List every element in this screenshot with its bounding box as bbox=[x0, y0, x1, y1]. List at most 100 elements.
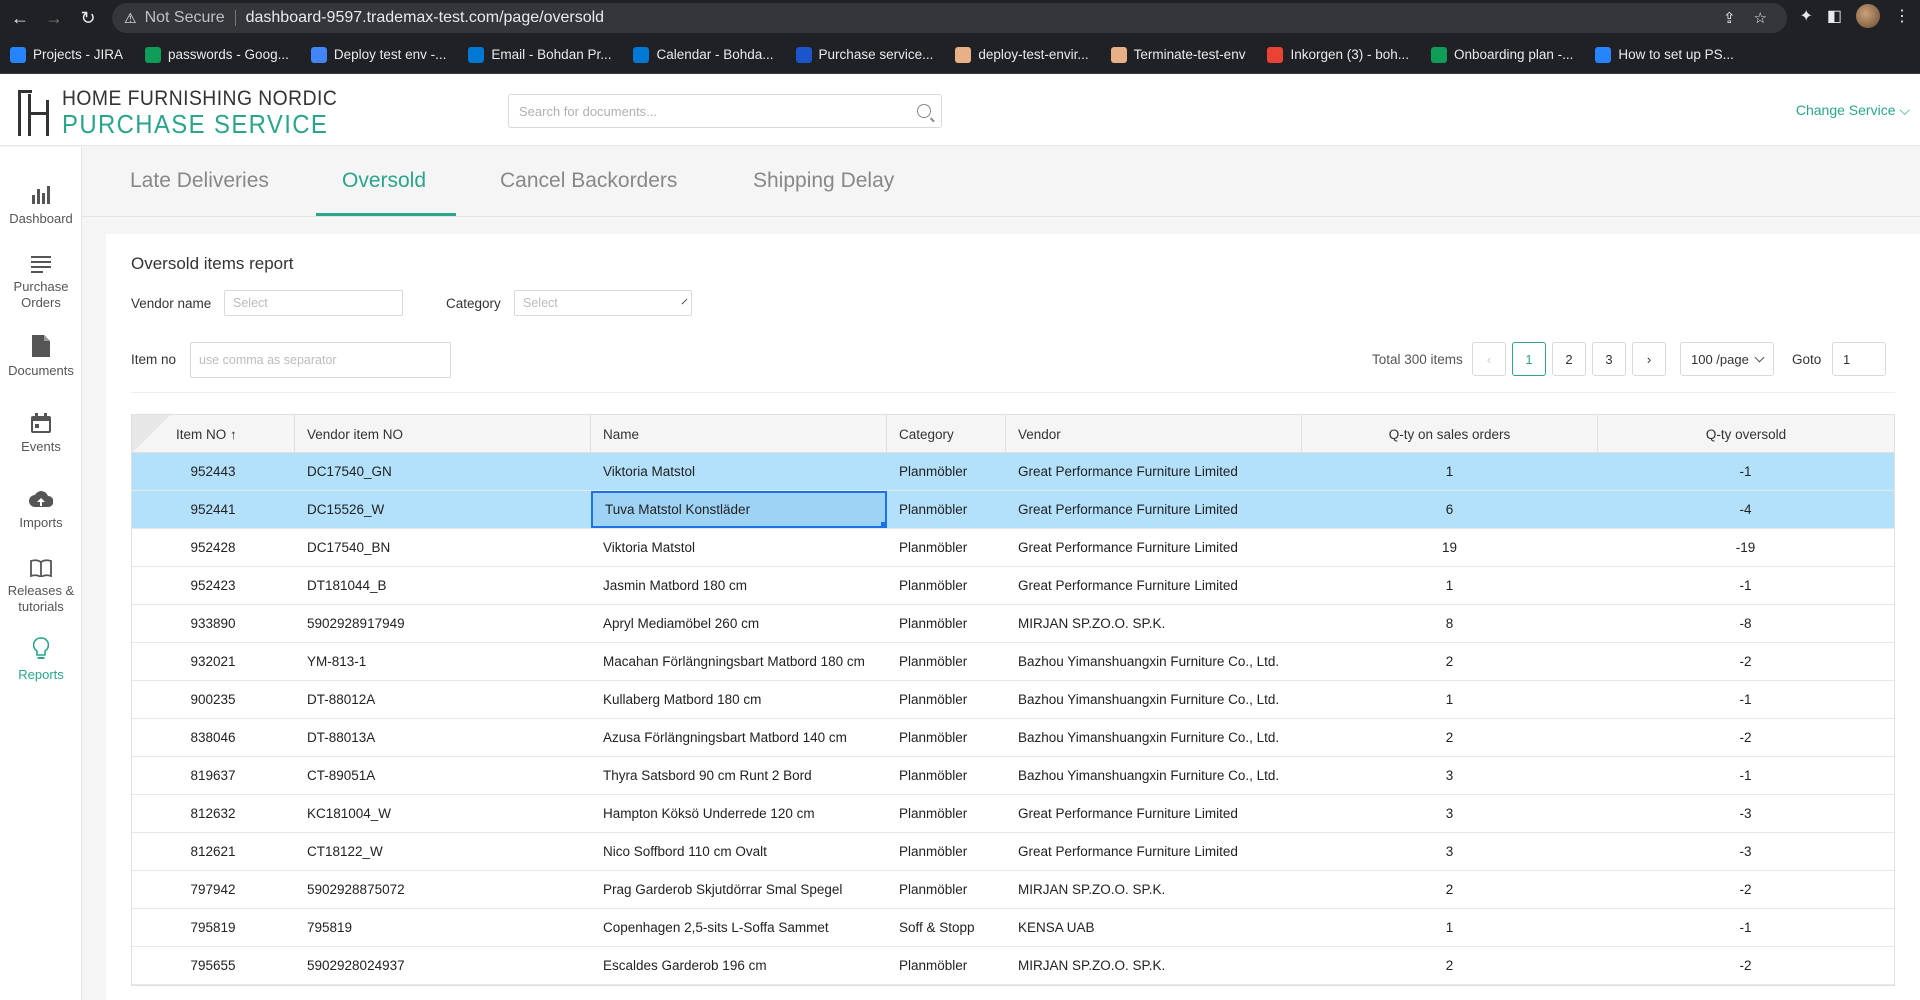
table-row[interactable]: 952441 DC15526_W Tuva Matstol Konstläder Pl… bbox=[132, 491, 1894, 529]
cell-category[interactable]: Planmöbler bbox=[887, 719, 1006, 756]
cell-name[interactable]: Apryl Mediamöbel 260 cm bbox=[591, 605, 887, 642]
item-no-input[interactable] bbox=[199, 353, 442, 367]
cell-qty-oversold[interactable]: -2 bbox=[1598, 643, 1894, 680]
cell-vendor[interactable]: Great Performance Furniture Limited bbox=[1006, 795, 1302, 832]
search-input[interactable] bbox=[519, 103, 917, 119]
cell-item-no[interactable]: 795655 bbox=[132, 947, 295, 984]
cell-name[interactable]: Kullaberg Matbord 180 cm bbox=[591, 681, 887, 718]
cell-category[interactable]: Planmöbler bbox=[887, 833, 1006, 870]
category-select-input[interactable] bbox=[523, 296, 684, 310]
cell-qty-oversold[interactable]: -2 bbox=[1598, 947, 1894, 984]
cell-name[interactable]: Thyra Satsbord 90 cm Runt 2 Bord bbox=[591, 757, 887, 794]
cell-category[interactable]: Planmöbler bbox=[887, 491, 1006, 528]
item-no-field[interactable] bbox=[190, 342, 451, 378]
table-row[interactable]: 795819 795819 Copenhagen 2,5-sits L-Soffa … bbox=[132, 909, 1894, 947]
bookmark-item[interactable]: Deploy test env -... bbox=[310, 46, 446, 63]
goto-input[interactable]: 1 bbox=[1832, 342, 1886, 376]
table-row[interactable]: 838046 DT-88013A Azusa Förlängningsbart Ma… bbox=[132, 719, 1894, 757]
bookmark-item[interactable]: How to set up PS... bbox=[1595, 46, 1734, 63]
cell-vendor[interactable]: MIRJAN SP.ZO.O. SP.K. bbox=[1006, 947, 1302, 984]
cell-category[interactable]: Planmöbler bbox=[887, 871, 1006, 908]
page-3-button[interactable]: 3 bbox=[1592, 342, 1626, 376]
cell-vendor[interactable]: Bazhou Yimanshuangxin Furniture Co., Ltd… bbox=[1006, 719, 1302, 756]
page-1-button[interactable]: 1 bbox=[1512, 342, 1546, 376]
col-name[interactable]: Name bbox=[591, 415, 887, 453]
reload-icon[interactable]: ↻ bbox=[74, 4, 102, 32]
vendor-select-input[interactable] bbox=[233, 296, 394, 310]
cell-qty-sales-orders[interactable]: 2 bbox=[1302, 871, 1598, 908]
col-vendor-item-no[interactable]: Vendor item NO bbox=[295, 415, 591, 453]
cell-name[interactable]: Escaldes Garderob 196 cm bbox=[591, 947, 887, 984]
cell-category[interactable]: Soff & Stopp bbox=[887, 909, 1006, 946]
tab-oversold[interactable]: Oversold bbox=[342, 169, 426, 193]
cell-qty-sales-orders[interactable]: 3 bbox=[1302, 833, 1598, 870]
cell-vendor[interactable]: Great Performance Furniture Limited bbox=[1006, 567, 1302, 604]
share-icon[interactable]: ⇪ bbox=[1723, 9, 1736, 27]
cell-qty-sales-orders[interactable]: 2 bbox=[1302, 719, 1598, 756]
cell-qty-oversold[interactable]: -2 bbox=[1598, 871, 1894, 908]
sidebar-item-imports[interactable]: Imports bbox=[0, 483, 82, 531]
cell-name[interactable]: Copenhagen 2,5-sits L-Soffa Sammet bbox=[591, 909, 887, 946]
cell-vendor-item-no[interactable]: CT-89051A bbox=[295, 757, 591, 794]
cell-name[interactable]: Jasmin Matbord 180 cm bbox=[591, 567, 887, 604]
sidebar-item-dashboard[interactable]: Dashboard bbox=[0, 179, 82, 227]
sidebar-item-reports[interactable]: Reports bbox=[0, 635, 82, 683]
table-row[interactable]: 933890 5902928917949 Apryl Mediamöbel 260 … bbox=[132, 605, 1894, 643]
table-row[interactable]: 952423 DT181044_B Jasmin Matbord 180 cm Pla… bbox=[132, 567, 1894, 605]
cell-qty-oversold[interactable]: -1 bbox=[1598, 909, 1894, 946]
cell-name[interactable]: Macahan Förlängningsbart Matbord 180 cm bbox=[591, 643, 887, 680]
cell-item-no[interactable]: 812621 bbox=[132, 833, 295, 870]
bookmark-item[interactable]: Inkorgen (3) - boh... bbox=[1267, 46, 1409, 63]
cell-qty-sales-orders[interactable]: 19 bbox=[1302, 529, 1598, 566]
bookmark-item[interactable]: Purchase service... bbox=[795, 46, 933, 63]
address-bar[interactable]: ⚠ Not Secure dashboard-9597.trademax-tes… bbox=[112, 3, 1787, 33]
cell-qty-sales-orders[interactable]: 8 bbox=[1302, 605, 1598, 642]
page-size-select[interactable]: 100 /page bbox=[1680, 342, 1774, 376]
back-arrow-icon[interactable]: ← bbox=[6, 4, 34, 32]
table-row[interactable]: 797942 5902928875072 Prag Garderob Skjutdö… bbox=[132, 871, 1894, 909]
col-qty-sales-orders[interactable]: Q-ty on sales orders bbox=[1302, 415, 1598, 453]
cell-vendor[interactable]: Bazhou Yimanshuangxin Furniture Co., Ltd… bbox=[1006, 643, 1302, 680]
change-service-button[interactable]: Change Service ⌵ bbox=[1796, 102, 1910, 119]
cell-qty-oversold[interactable]: -3 bbox=[1598, 833, 1894, 870]
cell-category[interactable]: Planmöbler bbox=[887, 529, 1006, 566]
star-icon[interactable]: ☆ bbox=[1754, 9, 1767, 27]
cell-item-no[interactable]: 797942 bbox=[132, 871, 295, 908]
logo[interactable]: HOME FURNISHING NORDIC PURCHASE SERVICE bbox=[16, 88, 361, 137]
cell-vendor[interactable]: Bazhou Yimanshuangxin Furniture Co., Ltd… bbox=[1006, 681, 1302, 718]
cell-qty-sales-orders[interactable]: 2 bbox=[1302, 947, 1598, 984]
cell-vendor-item-no[interactable]: DC17540_BN bbox=[295, 529, 591, 566]
table-row[interactable]: 812632 KC181004_W Hampton Köksö Underrede … bbox=[132, 795, 1894, 833]
search-icon[interactable] bbox=[917, 104, 931, 118]
cell-qty-oversold[interactable]: -8 bbox=[1598, 605, 1894, 642]
cell-qty-sales-orders[interactable]: 1 bbox=[1302, 681, 1598, 718]
cell-vendor-item-no[interactable]: DT-88012A bbox=[295, 681, 591, 718]
cell-vendor[interactable]: Great Performance Furniture Limited bbox=[1006, 529, 1302, 566]
cell-qty-sales-orders[interactable]: 3 bbox=[1302, 757, 1598, 794]
cell-item-no[interactable]: 838046 bbox=[132, 719, 295, 756]
table-row[interactable]: 819637 CT-89051A Thyra Satsbord 90 cm Runt… bbox=[132, 757, 1894, 795]
cell-item-no[interactable]: 933890 bbox=[132, 605, 295, 642]
cell-vendor[interactable]: MIRJAN SP.ZO.O. SP.K. bbox=[1006, 871, 1302, 908]
cell-qty-oversold[interactable]: -19 bbox=[1598, 529, 1894, 566]
col-qty-oversold[interactable]: Q-ty oversold bbox=[1598, 415, 1894, 453]
cell-item-no[interactable]: 952443 bbox=[132, 453, 295, 490]
sidebar-item-releases[interactable]: Releases & tutorials bbox=[0, 551, 82, 615]
cell-item-no[interactable]: 952428 bbox=[132, 529, 295, 566]
cell-qty-sales-orders[interactable]: 1 bbox=[1302, 453, 1598, 490]
bookmark-item[interactable]: passwords - Goog... bbox=[145, 46, 289, 63]
cell-qty-oversold[interactable]: -1 bbox=[1598, 453, 1894, 490]
table-row[interactable]: 952443 DC17540_GN Viktoria Matstol Planmöbl… bbox=[132, 453, 1894, 491]
cell-category[interactable]: Planmöbler bbox=[887, 643, 1006, 680]
extensions-icon[interactable]: ✦ bbox=[1799, 6, 1812, 26]
bookmark-item[interactable]: Projects - JIRA bbox=[10, 46, 123, 63]
col-category[interactable]: Category bbox=[887, 415, 1006, 453]
cell-vendor-item-no[interactable]: DT181044_B bbox=[295, 567, 591, 604]
next-page-button[interactable]: › bbox=[1632, 342, 1666, 376]
cell-qty-oversold[interactable]: -2 bbox=[1598, 719, 1894, 756]
forward-arrow-icon[interactable]: → bbox=[40, 4, 68, 32]
cell-qty-sales-orders[interactable]: 1 bbox=[1302, 909, 1598, 946]
cell-item-no[interactable]: 812632 bbox=[132, 795, 295, 832]
cell-qty-sales-orders[interactable]: 2 bbox=[1302, 643, 1598, 680]
cell-name[interactable]: Azusa Förlängningsbart Matbord 140 cm bbox=[591, 719, 887, 756]
